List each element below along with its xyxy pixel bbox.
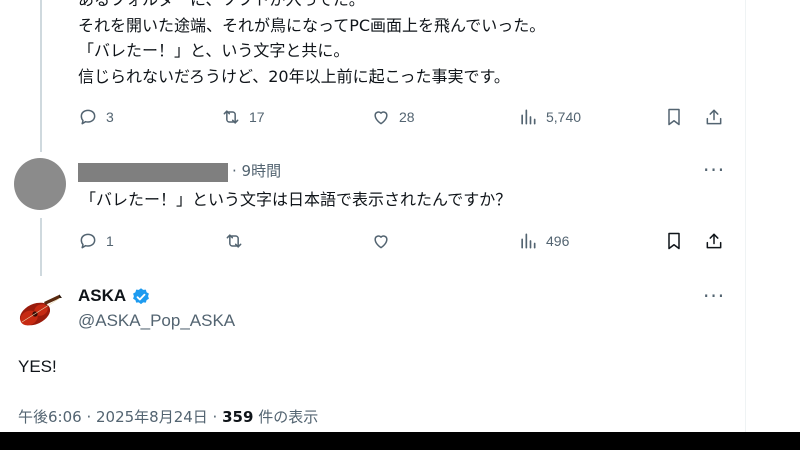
reply-action-bar: 1 496 — [0, 231, 745, 255]
reply-icon — [80, 233, 96, 249]
parent-action-bar: 3 17 28 5,740 — [0, 107, 745, 131]
like-icon — [374, 111, 388, 125]
views-icon — [521, 109, 536, 125]
tweet-timestamp[interactable]: 午後6:06 · 2025年8月24日 · — [18, 408, 222, 426]
share-icon — [706, 109, 722, 125]
like-button[interactable] — [371, 231, 391, 251]
aska-avatar[interactable] — [14, 286, 66, 338]
share-button[interactable] — [704, 231, 724, 251]
view-count: 359 — [222, 408, 254, 426]
parent-tweet-line: 信じられないだろうけど、20年以上前に起こった事実です。 — [78, 67, 510, 86]
share-button[interactable] — [704, 107, 724, 127]
repost-button[interactable]: 17 — [221, 107, 265, 127]
reply-author-avatar[interactable] — [14, 158, 66, 210]
parent-tweet-line: 「バレたー！」と、いう文字と共に。 — [78, 41, 350, 60]
views-count: 496 — [546, 233, 570, 249]
tweet-meta: 午後6:06 · 2025年8月24日 · 359 件の表示 — [18, 406, 318, 427]
parent-tweet-line: あるフォルダーに、ソフトが入ってた。 — [78, 0, 365, 13]
reply-count: 1 — [106, 233, 114, 249]
bookmark-icon — [668, 232, 680, 250]
views-icon — [521, 233, 536, 249]
main-more-options-button[interactable]: ··· — [703, 284, 725, 308]
reply-count: 3 — [106, 109, 114, 125]
reply-tweet-text: 「バレたー！」という文字は日本語で表示されたんですか？ — [80, 190, 512, 209]
parent-tweet-line: それを開いた途端、それが鳥になってPC画面上を飛んでいった。 — [78, 16, 546, 35]
main-tweet-text: YES! — [18, 357, 57, 376]
like-icon — [374, 235, 388, 249]
views-button[interactable]: 5,740 — [518, 107, 581, 127]
repost-button[interactable] — [224, 231, 244, 251]
panel-border — [745, 0, 746, 432]
verified-badge-icon — [133, 288, 149, 305]
repost-count: 17 — [249, 109, 265, 125]
bass-guitar-avatar-image — [14, 286, 66, 338]
redacted-author-name — [78, 163, 228, 182]
author-name[interactable]: ASKA — [78, 286, 126, 306]
bottom-black-bar — [0, 432, 800, 450]
reply-timestamp[interactable]: · 9時間 — [232, 160, 281, 181]
share-icon — [706, 233, 722, 249]
reply-button[interactable]: 3 — [78, 107, 114, 127]
views-count: 5,740 — [546, 109, 582, 125]
repost-icon — [226, 234, 242, 248]
like-button[interactable]: 28 — [371, 107, 415, 127]
author-handle[interactable]: @ASKA_Pop_ASKA — [78, 311, 235, 331]
reply-button[interactable]: 1 — [78, 231, 114, 251]
reply-icon — [80, 109, 96, 125]
bookmark-icon — [668, 108, 680, 126]
like-count: 28 — [399, 109, 415, 125]
view-count-label: 件の表示 — [253, 408, 319, 426]
repost-icon — [223, 110, 239, 124]
bookmark-button[interactable] — [664, 107, 684, 127]
views-button[interactable]: 496 — [518, 231, 569, 251]
bookmark-button[interactable] — [664, 231, 684, 251]
reply-more-options-button[interactable]: ··· — [703, 158, 725, 182]
